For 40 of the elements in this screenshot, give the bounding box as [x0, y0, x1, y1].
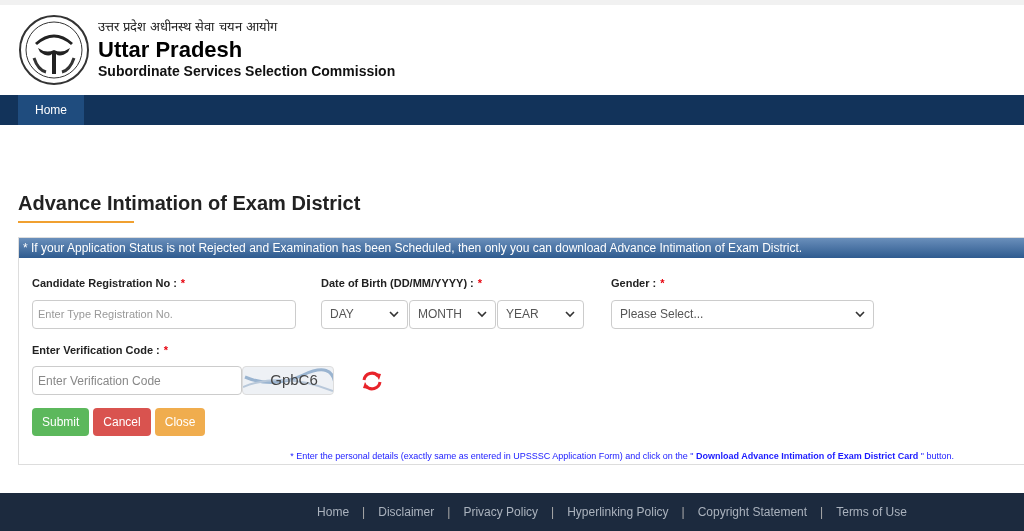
separator: |	[681, 504, 685, 521]
refresh-icon[interactable]	[361, 370, 383, 391]
verification-field[interactable]: Enter Verification Code	[32, 366, 242, 395]
chevron-down-icon	[855, 309, 865, 319]
required-mark: *	[163, 342, 169, 358]
field-label: Candidate Registration No :	[32, 276, 177, 291]
chevron-down-icon	[565, 309, 575, 319]
site-subtitle: Subordinate Services Selection Commission	[98, 63, 396, 81]
cancel-button[interactable]: Cancel	[93, 408, 151, 436]
footer-link[interactable]: Privacy Policy	[463, 503, 539, 521]
dropdown-field[interactable]: Please Select...	[611, 299, 874, 329]
dropdown-field[interactable]: DAY	[321, 299, 408, 329]
separator: |	[362, 504, 366, 521]
field-label: Date of Birth (DD/MM/YYYY) :	[321, 276, 474, 291]
separator: |	[551, 504, 555, 521]
field-label: Gender :	[611, 276, 657, 291]
required-mark: *	[180, 276, 186, 291]
required-mark: *	[477, 276, 483, 291]
emblem-logo	[18, 14, 90, 86]
required-mark: *	[660, 276, 665, 291]
separator: |	[820, 504, 824, 521]
page-title: Advance Intimation of Exam District	[18, 191, 361, 216]
separator: |	[447, 504, 451, 521]
dropdown-field[interactable]: MONTH	[409, 299, 496, 329]
nav-tab[interactable]: Home	[18, 95, 84, 125]
notice-text: * If your Application Status is not Rejected and Examination has been Scheduled, then only you can download Advance Intimation of Exam District.	[19, 238, 1024, 258]
footer-link[interactable]: Copyright Statement	[697, 503, 808, 521]
dropdown-field[interactable]: YEAR	[497, 299, 584, 329]
field-label: Enter Verification Code :	[32, 342, 160, 358]
footer-link[interactable]: Disclaimer	[378, 503, 435, 521]
hindi-title: उत्तर प्रदेश अधीनस्थ सेवा चयन आयोग	[98, 19, 279, 36]
footer-link[interactable]: Terms of Use	[836, 503, 907, 521]
chevron-down-icon	[477, 309, 487, 319]
footer-link[interactable]: Hyperlinking Policy	[567, 503, 669, 521]
instruction-note: * Enter the personal details (exactly same as entered in UPSSSC Application Form) and click on the " Download Advance Intimation of Exam District Card " button.	[290, 450, 954, 463]
footer-link[interactable]: Home	[317, 503, 350, 521]
registration-field[interactable]: Enter Type Registration No.	[32, 299, 296, 329]
site-title: Uttar Pradesh	[98, 35, 244, 64]
captcha-image: GpbC6	[242, 366, 334, 395]
chevron-down-icon	[389, 309, 399, 319]
